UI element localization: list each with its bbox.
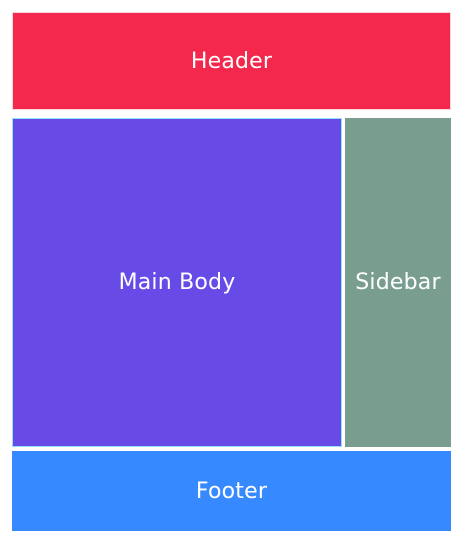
main-body-label: Main Body — [118, 270, 236, 295]
sidebar-label: Sidebar — [355, 270, 441, 295]
footer-region: Footer — [12, 451, 451, 531]
footer-label: Footer — [195, 478, 268, 504]
header-label: Header — [190, 48, 273, 74]
sidebar-region: Sidebar — [345, 118, 451, 447]
header-region: Header — [12, 12, 451, 110]
main-body-region: Main Body — [12, 118, 342, 447]
